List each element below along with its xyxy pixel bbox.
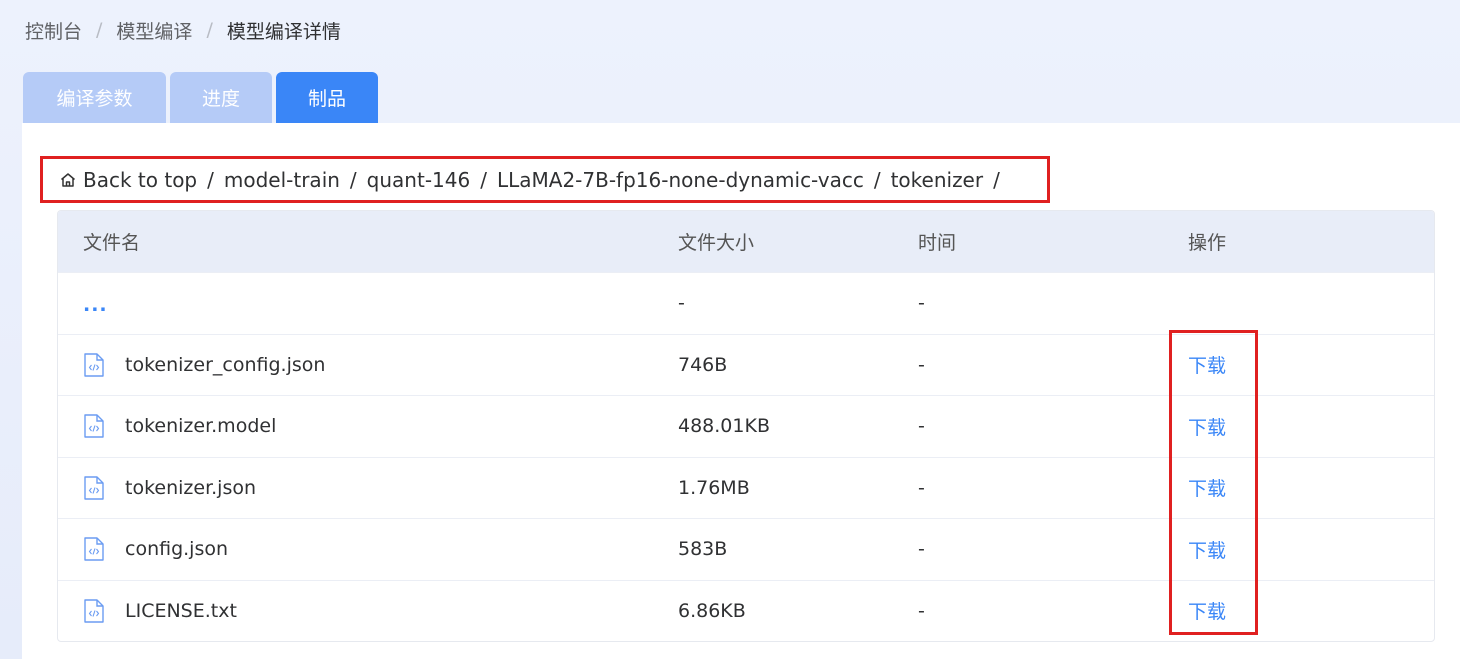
file-name: tokenizer.model — [125, 415, 277, 438]
table-row: tokenizer.model 488.01KB - 下载 — [58, 395, 1434, 457]
file-size: 583B — [678, 538, 728, 561]
file-time: - — [918, 476, 925, 499]
tab-compile-params[interactable]: 编译参数 — [23, 72, 166, 123]
path-segment[interactable]: LLaMA2-7B-fp16-none-dynamic-vacc — [497, 168, 864, 192]
parent-directory-link[interactable]: ... — [83, 294, 108, 316]
file-name: LICENSE.txt — [125, 599, 237, 622]
path-segment[interactable]: model-train — [224, 168, 340, 192]
artifacts-panel: Back to top / model-train / quant-146 / … — [22, 123, 1460, 659]
header-actions: 操作 — [1188, 232, 1227, 254]
path-separator: / — [207, 167, 214, 192]
home-icon[interactable] — [59, 171, 77, 189]
file-time: - — [918, 415, 925, 438]
file-size: 6.86KB — [678, 599, 746, 622]
tab-artifacts[interactable]: 制品 — [276, 72, 378, 123]
breadcrumb-console[interactable]: 控制台 — [25, 17, 82, 44]
download-link[interactable]: 下载 — [1188, 417, 1226, 439]
breadcrumb-current: 模型编译详情 — [226, 20, 341, 43]
code-file-icon — [83, 536, 105, 562]
breadcrumb-separator: / — [206, 19, 213, 41]
file-name: tokenizer_config.json — [125, 353, 326, 376]
file-time: - — [918, 599, 925, 622]
file-time: - — [918, 353, 925, 376]
header-filename: 文件名 — [83, 232, 141, 254]
breadcrumb-separator: / — [96, 19, 103, 41]
table-row: config.json 583B - 下载 — [58, 518, 1434, 580]
header-time: 时间 — [918, 232, 957, 254]
path-separator: / — [873, 167, 881, 192]
path-separator: / — [480, 167, 487, 192]
breadcrumb: 控制台 / 模型编译 / 模型编译详情 — [25, 16, 341, 44]
breadcrumb-model-compile[interactable]: 模型编译 — [116, 17, 192, 44]
code-file-icon — [83, 475, 105, 501]
code-file-icon — [83, 598, 105, 624]
file-table: 文件名 文件大小 时间 操作 ... - - tokenizer_config.… — [57, 210, 1435, 642]
file-name: tokenizer.json — [125, 476, 257, 499]
table-row-parent[interactable]: ... - - — [58, 272, 1434, 334]
file-time: - — [918, 292, 925, 315]
table-row: LICENSE.txt 6.86KB - 下载 — [58, 579, 1434, 642]
download-link[interactable]: 下载 — [1188, 355, 1226, 377]
table-row: tokenizer.json 1.76MB - 下载 — [58, 456, 1434, 519]
code-file-icon — [83, 413, 105, 439]
file-name: config.json — [125, 538, 229, 561]
download-link[interactable]: 下载 — [1188, 540, 1226, 562]
header-filesize: 文件大小 — [678, 232, 755, 254]
tab-progress[interactable]: 进度 — [170, 72, 272, 123]
path-back-to-top[interactable]: Back to top — [83, 168, 197, 192]
table-row: tokenizer_config.json 746B - 下载 — [58, 333, 1434, 396]
tab-bar: 编译参数 进度 制品 — [23, 72, 378, 123]
file-size: 488.01KB — [678, 415, 770, 438]
path-separator: / — [349, 167, 357, 192]
file-size: 746B — [678, 353, 728, 376]
download-link[interactable]: 下载 — [1188, 601, 1226, 623]
download-link[interactable]: 下载 — [1188, 478, 1226, 500]
code-file-icon — [83, 352, 105, 378]
path-segment[interactable]: quant-146 — [367, 168, 471, 192]
path-separator: / — [993, 167, 1000, 192]
file-size: 1.76MB — [678, 476, 750, 499]
path-segment[interactable]: tokenizer — [891, 168, 984, 192]
path-breadcrumb: Back to top / model-train / quant-146 / … — [40, 156, 1050, 203]
file-time: - — [918, 538, 925, 561]
table-header: 文件名 文件大小 时间 操作 — [58, 211, 1434, 272]
file-size: - — [678, 292, 685, 315]
